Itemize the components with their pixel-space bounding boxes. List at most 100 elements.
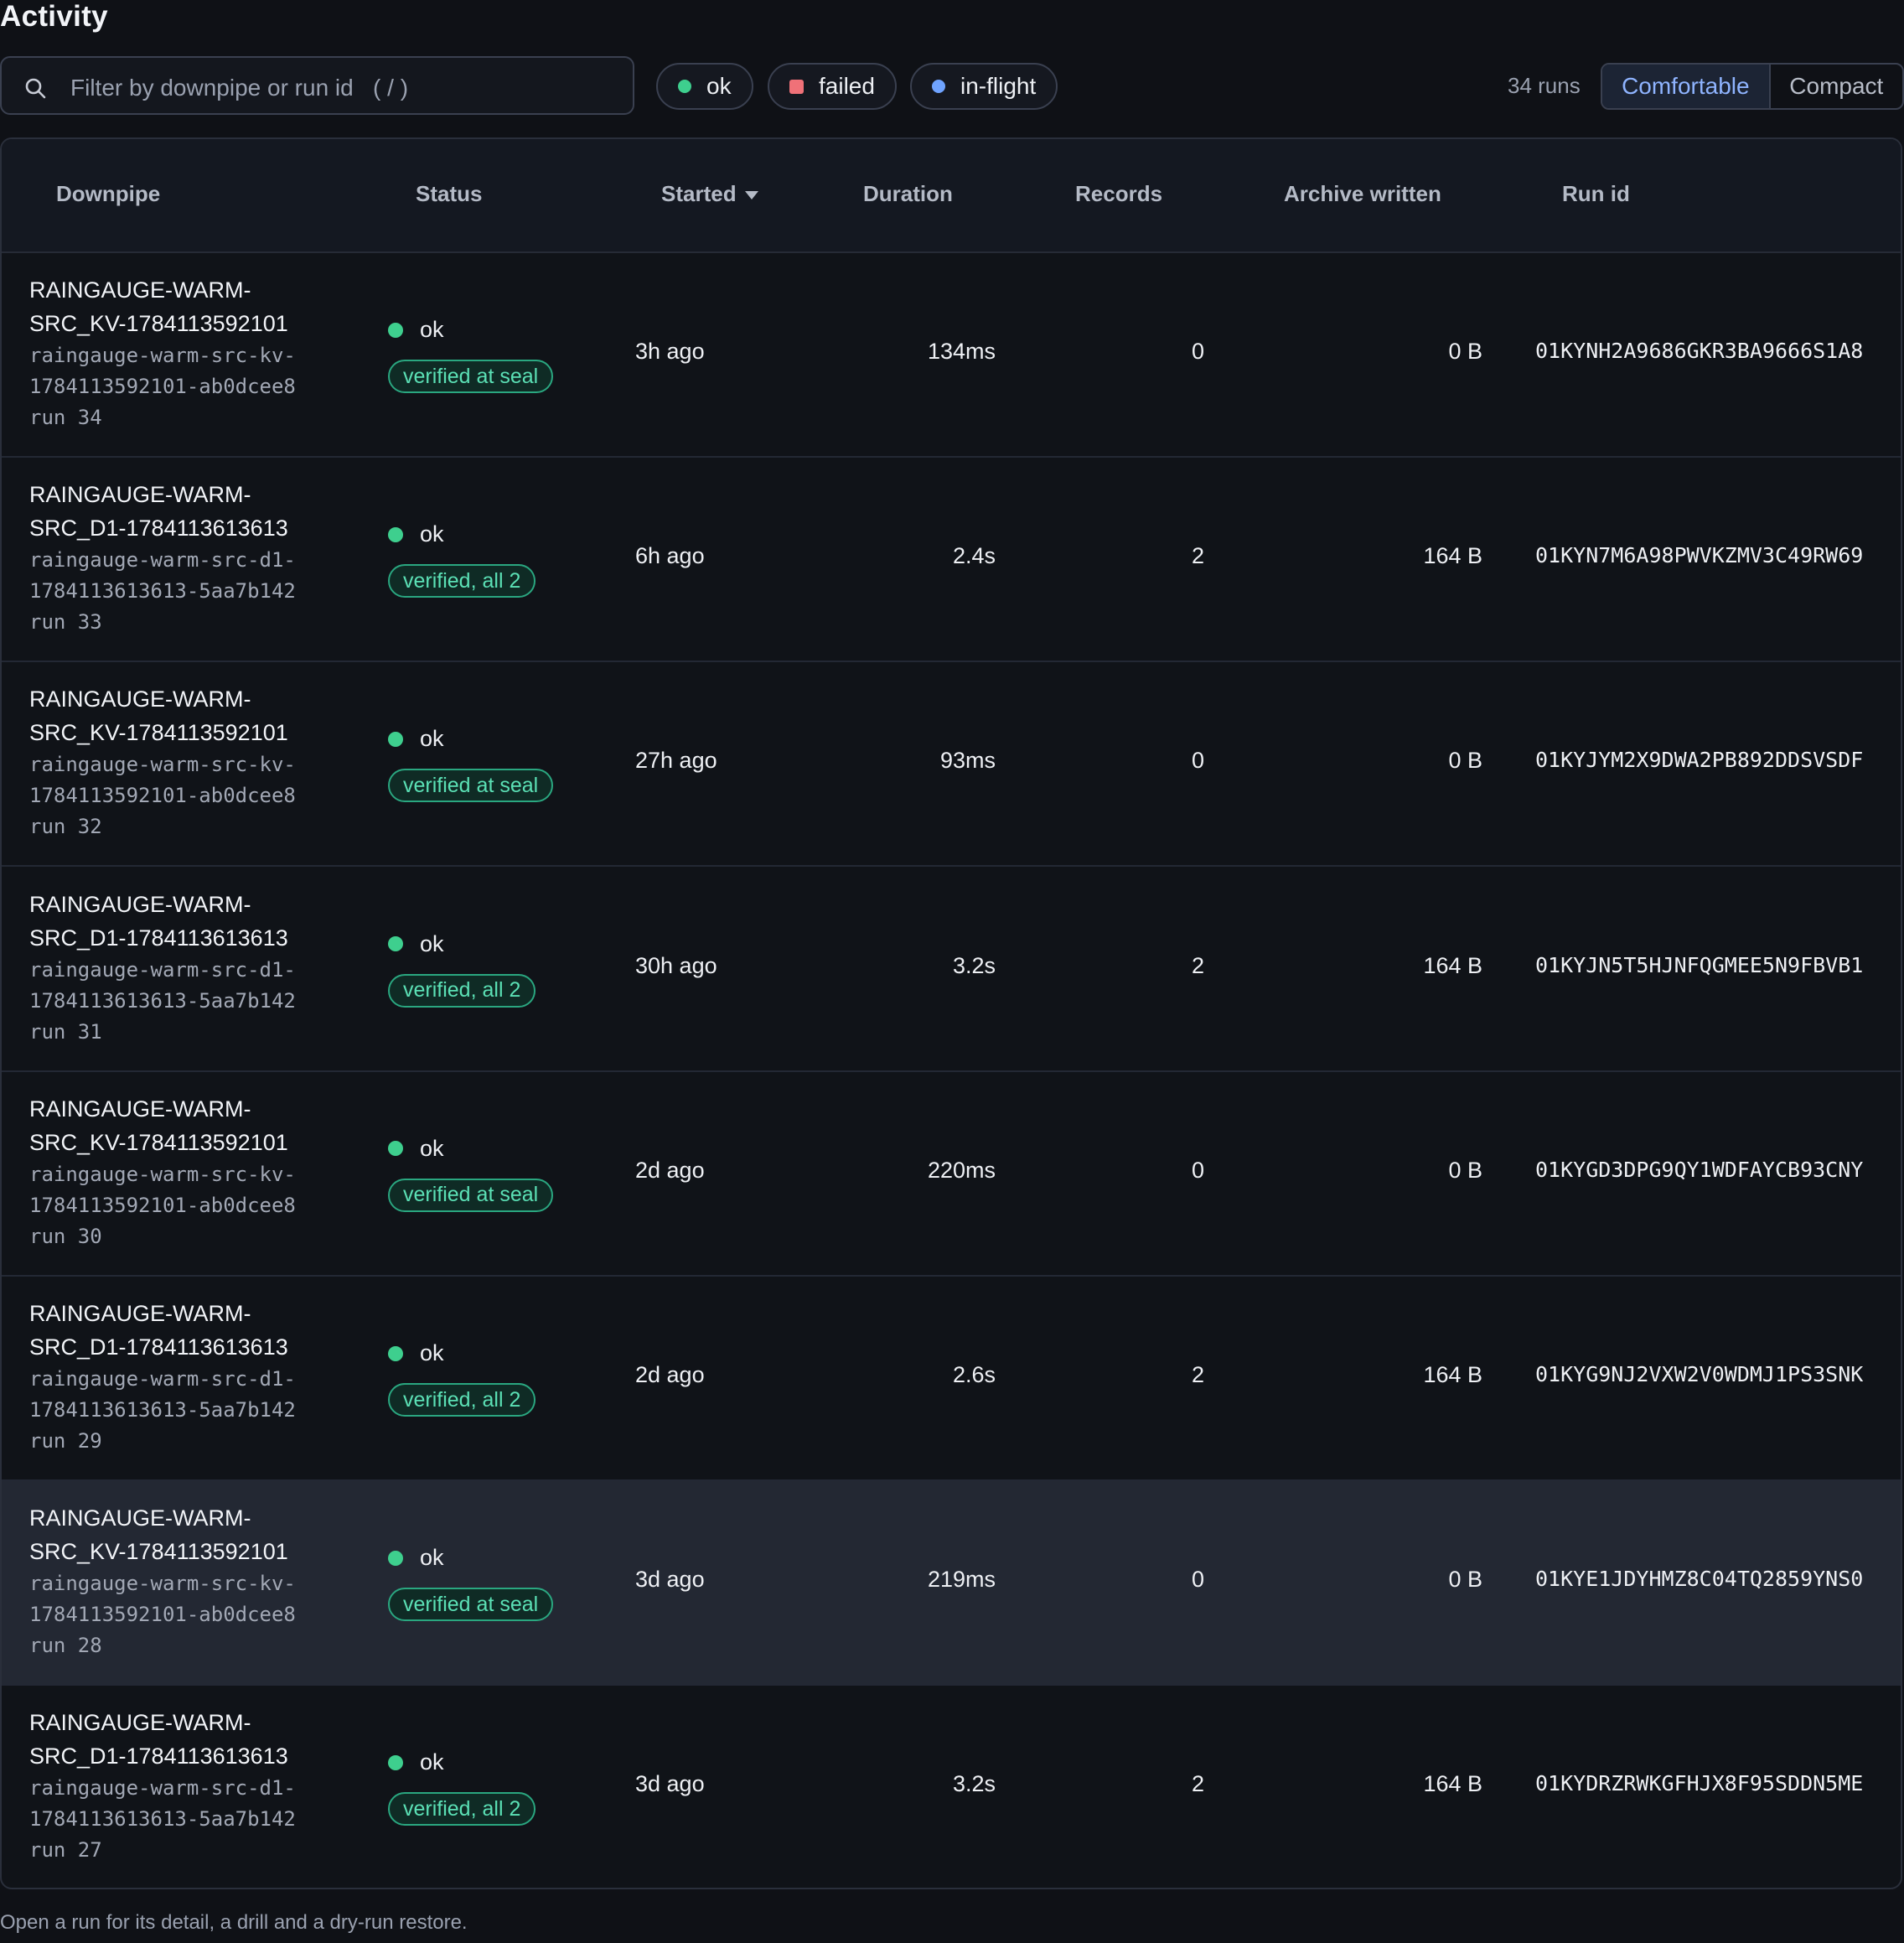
status-label: ok — [420, 1340, 444, 1365]
run-id-cell[interactable]: 01KYDRZRWKGFHJX8F95SDDN5ME — [1535, 1771, 1863, 1795]
duration-cell: 134ms — [927, 339, 996, 364]
table-row[interactable]: RAINGAUGE-WARM-SRC_KV-1784113592101raing… — [2, 662, 1901, 868]
table-row[interactable]: RAINGAUGE-WARM-SRC_KV-1784113592101raing… — [2, 253, 1901, 458]
archive-written-cell: 164 B — [1423, 1771, 1482, 1797]
runs-count: 34 runs — [1508, 73, 1581, 98]
status-cell: ok — [388, 1749, 444, 1775]
records-cell: 2 — [1191, 543, 1204, 569]
records-cell: 2 — [1191, 1362, 1204, 1387]
downpipe-slug: raingauge-warm-src-kv-1784113592101-ab0d… — [29, 753, 296, 808]
verification-badge: verified at seal — [388, 360, 554, 393]
status-cell: ok — [388, 1545, 444, 1571]
filter-failed-label: failed — [819, 73, 875, 99]
started-cell: 3d ago — [635, 1567, 705, 1593]
archive-written-cell: 0 B — [1448, 339, 1482, 364]
downpipe-slug: raingauge-warm-src-d1-1784113613613-5aa7… — [29, 1776, 296, 1832]
table-row[interactable]: RAINGAUGE-WARM-SRC_D1-1784113613613raing… — [2, 1686, 1901, 1888]
started-cell: 6h ago — [635, 543, 705, 569]
started-cell: 30h ago — [635, 952, 717, 978]
footer-hint: Open a run for its detail, a drill and a… — [0, 1911, 468, 1934]
run-id-cell[interactable]: 01KYJYM2X9DWA2PB892DDSVSDF — [1535, 748, 1863, 772]
column-duration[interactable]: Duration — [863, 181, 953, 207]
verification-badge: verified at seal — [388, 1588, 554, 1622]
downpipe-name: RAINGAUGE-WARM-SRC_KV-1784113592101 — [29, 687, 288, 746]
verification-badge: verified at seal — [388, 1178, 554, 1212]
toolbar: Filter by downpipe or run id ( / ) ok fa… — [0, 56, 1904, 118]
run-number: run 33 — [29, 610, 102, 635]
duration-cell: 220ms — [927, 1157, 996, 1183]
status-label: ok — [420, 726, 444, 752]
table-row[interactable]: RAINGAUGE-WARM-SRC_D1-1784113613613 raing… — [2, 868, 1901, 1072]
archive-written-cell: 0 B — [1448, 1567, 1482, 1593]
column-status[interactable]: Status — [416, 181, 482, 207]
runs-table: Downpipe Status Started Duration Records… — [0, 137, 1902, 1889]
started-cell: 27h ago — [635, 748, 717, 774]
started-cell: 2d ago — [635, 1362, 705, 1387]
duration-cell: 93ms — [939, 748, 996, 774]
downpipe-slug: raingauge-warm-src-d1-1784113613613-5aa7… — [29, 548, 296, 604]
column-started-label: Started — [661, 181, 737, 206]
search-input[interactable]: Filter by downpipe or run id ( / ) — [0, 56, 634, 115]
density-compact-button[interactable]: Compact — [1771, 65, 1902, 108]
run-id-cell[interactable]: 01KYN7M6A98PWVKZMV3C49RW69 — [1535, 543, 1863, 567]
column-started[interactable]: Started — [661, 181, 758, 207]
search-icon — [25, 78, 46, 99]
downpipe-slug: raingauge-warm-src-kv-1784113592101-ab0d… — [29, 1162, 296, 1217]
run-number: run 32 — [29, 815, 102, 839]
sort-desc-icon — [744, 191, 758, 200]
status-cell: ok — [388, 521, 444, 547]
started-cell: 3h ago — [635, 339, 705, 364]
verification-badge: verified, all 2 — [388, 1792, 536, 1826]
records-cell: 0 — [1191, 1567, 1204, 1593]
filter-failed-chip[interactable]: failed — [768, 63, 897, 110]
downpipe-name: RAINGAUGE-WARM-SRC_KV-1784113592101 — [29, 1096, 288, 1155]
archive-written-cell: 0 B — [1448, 1157, 1482, 1183]
page-title: Activity — [0, 0, 108, 33]
run-number: run 27 — [29, 1838, 102, 1863]
table-row[interactable]: RAINGAUGE-WARM-SRC_D1-1784113613613 raing… — [2, 1277, 1901, 1481]
status-label: ok — [420, 1545, 444, 1571]
duration-cell: 2.4s — [952, 543, 996, 569]
density-comfortable-button[interactable]: Comfortable — [1602, 65, 1771, 108]
duration-cell: 2.6s — [952, 1362, 996, 1387]
duration-cell: 3.2s — [952, 1771, 996, 1797]
filter-ok-chip[interactable]: ok — [656, 63, 753, 110]
run-id-cell[interactable]: 01KYG9NJ2VXW2V0WDMJ1PS3SNK — [1535, 1362, 1863, 1386]
run-id-cell[interactable]: 01KYNH2A9686GKR3BA9666S1A8 — [1535, 339, 1863, 363]
run-id-cell[interactable]: 01KYJN5T5HJNFQGMEE5N9FBVB1 — [1535, 953, 1863, 977]
ok-status-dot-icon — [388, 731, 403, 747]
failed-square-icon — [789, 79, 804, 94]
downpipe-slug: raingauge-warm-src-kv-1784113592101-ab0d… — [29, 344, 296, 398]
archive-written-cell: 164 B — [1423, 952, 1482, 978]
table-row[interactable]: RAINGAUGE-WARM-SRC_KV-1784113592101raing… — [2, 1072, 1901, 1277]
density-toggle: Comfortable Compact — [1601, 63, 1904, 110]
status-cell: ok — [388, 1136, 444, 1162]
downpipe-name: RAINGAUGE-WARM-SRC_KV-1784113592101 — [29, 277, 288, 336]
ok-status-dot-icon — [388, 1141, 403, 1157]
archive-written-cell: 164 B — [1423, 1362, 1482, 1387]
records-cell: 2 — [1191, 1771, 1204, 1797]
ok-status-dot-icon — [388, 1754, 403, 1770]
run-id-cell[interactable]: 01KYGD3DPG9QY1WDFAYCB93CNY — [1535, 1158, 1863, 1182]
run-number: run 34 — [29, 406, 102, 429]
table-header: Downpipe Status Started Duration Records… — [2, 139, 1901, 253]
column-records[interactable]: Records — [1075, 181, 1162, 207]
ok-status-dot-icon — [388, 1345, 403, 1361]
status-cell: ok — [388, 1340, 444, 1366]
run-id-cell[interactable]: 01KYE1JDYHMZ8C04TQ2859YNS0 — [1535, 1567, 1863, 1591]
table-row[interactable]: RAINGAUGE-WARM-SRC_D1-1784113613613 raing… — [2, 458, 1901, 663]
ok-status-dot-icon — [388, 1550, 403, 1566]
duration-cell: 219ms — [927, 1567, 996, 1593]
table-row[interactable]: RAINGAUGE-WARM-SRC_KV-1784113592101raing… — [2, 1481, 1901, 1687]
filter-in-flight-chip[interactable]: in-flight — [910, 63, 1058, 110]
column-run-id[interactable]: Run id — [1562, 181, 1630, 207]
column-archive-written[interactable]: Archive written — [1284, 181, 1441, 207]
downpipe-slug: raingauge-warm-src-kv-1784113592101-ab0d… — [29, 1572, 296, 1627]
duration-cell: 3.2s — [952, 952, 996, 978]
column-downpipe[interactable]: Downpipe — [56, 181, 160, 207]
run-number: run 31 — [29, 1019, 102, 1044]
downpipe-name: RAINGAUGE-WARM-SRC_KV-1784113592101 — [29, 1505, 288, 1565]
downpipe-name: RAINGAUGE-WARM-SRC_D1-1784113613613 — [29, 1710, 288, 1769]
status-label: ok — [420, 521, 444, 547]
downpipe-slug: raingauge-warm-src-d1-1784113613613-5aa7… — [29, 1367, 296, 1422]
